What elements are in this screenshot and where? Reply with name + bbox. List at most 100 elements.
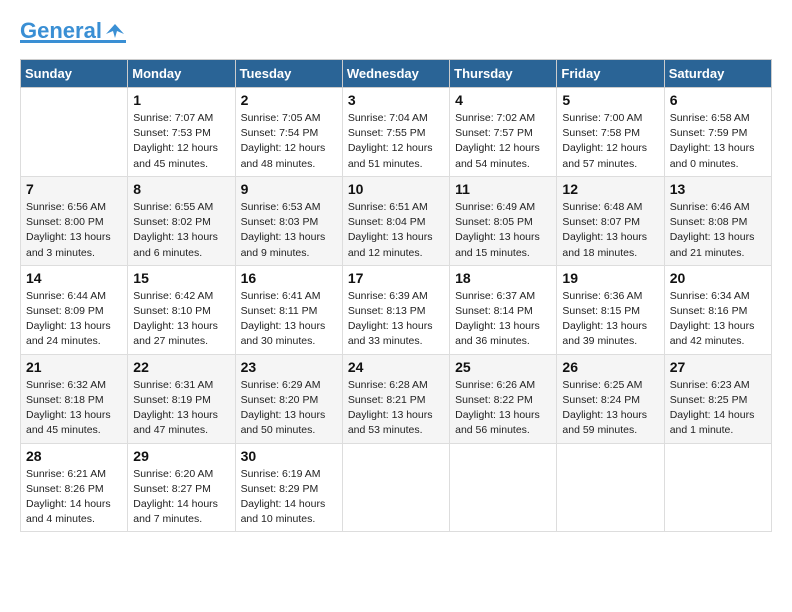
day-info: Sunrise: 7:02 AM Sunset: 7:57 PM Dayligh…	[455, 111, 551, 172]
day-cell: 28 Sunrise: 6:21 AM Sunset: 8:26 PM Dayli…	[21, 443, 128, 532]
day-number: 29	[133, 448, 229, 464]
day-number: 3	[348, 92, 444, 108]
day-cell: 23Sunrise: 6:29 AM Sunset: 8:20 PM Dayli…	[235, 354, 342, 443]
day-number: 11	[455, 181, 551, 197]
day-cell: 11 Sunrise: 6:49 AM Sunset: 8:05 PM Dayli…	[450, 176, 557, 265]
day-cell: 21 Sunrise: 6:32 AM Sunset: 8:18 PM Dayli…	[21, 354, 128, 443]
logo: General	[20, 20, 126, 43]
day-number: 8	[133, 181, 229, 197]
calendar-body: 1 Sunrise: 7:07 AM Sunset: 7:53 PM Daylig…	[21, 88, 772, 532]
day-cell: 19Sunrise: 6:36 AM Sunset: 8:15 PM Dayli…	[557, 265, 664, 354]
column-header-sunday: Sunday	[21, 60, 128, 88]
day-cell: 26 Sunrise: 6:25 AM Sunset: 8:24 PM Dayli…	[557, 354, 664, 443]
day-number: 2	[241, 92, 337, 108]
day-number: 20	[670, 270, 766, 286]
day-number: 7	[26, 181, 122, 197]
day-info: Sunrise: 6:39 AM Sunset: 8:13 PM Dayligh…	[348, 289, 444, 350]
day-info: Sunrise: 6:34 AM Sunset: 8:16 PM Dayligh…	[670, 289, 766, 350]
day-number: 1	[133, 92, 229, 108]
day-number: 25	[455, 359, 551, 375]
day-info: Sunrise: 6:46 AM Sunset: 8:08 PM Dayligh…	[670, 200, 766, 261]
day-number: 10	[348, 181, 444, 197]
day-cell	[342, 443, 449, 532]
day-cell: 18 Sunrise: 6:37 AM Sunset: 8:14 PM Dayli…	[450, 265, 557, 354]
day-number: 12	[562, 181, 658, 197]
day-info: Sunrise: 6:25 AM Sunset: 8:24 PM Dayligh…	[562, 378, 658, 439]
day-number: 13	[670, 181, 766, 197]
day-number: 17	[348, 270, 444, 286]
day-info: Sunrise: 6:48 AM Sunset: 8:07 PM Dayligh…	[562, 200, 658, 261]
week-row-1: 1 Sunrise: 7:07 AM Sunset: 7:53 PM Daylig…	[21, 88, 772, 177]
day-info: Sunrise: 6:32 AM Sunset: 8:18 PM Dayligh…	[26, 378, 122, 439]
column-header-friday: Friday	[557, 60, 664, 88]
day-number: 9	[241, 181, 337, 197]
day-cell: 7 Sunrise: 6:56 AM Sunset: 8:00 PM Daylig…	[21, 176, 128, 265]
day-cell: 12 Sunrise: 6:48 AM Sunset: 8:07 PM Dayli…	[557, 176, 664, 265]
week-row-2: 7 Sunrise: 6:56 AM Sunset: 8:00 PM Daylig…	[21, 176, 772, 265]
day-cell: 9 Sunrise: 6:53 AM Sunset: 8:03 PM Daylig…	[235, 176, 342, 265]
day-number: 4	[455, 92, 551, 108]
header-row: SundayMondayTuesdayWednesdayThursdayFrid…	[21, 60, 772, 88]
day-number: 22	[133, 359, 229, 375]
day-cell: 5Sunrise: 7:00 AM Sunset: 7:58 PM Daylig…	[557, 88, 664, 177]
day-cell: 27Sunrise: 6:23 AM Sunset: 8:25 PM Dayli…	[664, 354, 771, 443]
day-info: Sunrise: 6:49 AM Sunset: 8:05 PM Dayligh…	[455, 200, 551, 261]
day-info: Sunrise: 6:58 AM Sunset: 7:59 PM Dayligh…	[670, 111, 766, 172]
day-info: Sunrise: 6:37 AM Sunset: 8:14 PM Dayligh…	[455, 289, 551, 350]
day-number: 28	[26, 448, 122, 464]
day-cell	[21, 88, 128, 177]
day-info: Sunrise: 6:56 AM Sunset: 8:00 PM Dayligh…	[26, 200, 122, 261]
day-info: Sunrise: 6:41 AM Sunset: 8:11 PM Dayligh…	[241, 289, 337, 350]
day-cell: 25Sunrise: 6:26 AM Sunset: 8:22 PM Dayli…	[450, 354, 557, 443]
day-info: Sunrise: 6:20 AM Sunset: 8:27 PM Dayligh…	[133, 467, 229, 528]
day-info: Sunrise: 6:28 AM Sunset: 8:21 PM Dayligh…	[348, 378, 444, 439]
day-cell: 30 Sunrise: 6:19 AM Sunset: 8:29 PM Dayli…	[235, 443, 342, 532]
day-cell: 15Sunrise: 6:42 AM Sunset: 8:10 PM Dayli…	[128, 265, 235, 354]
day-cell: 13 Sunrise: 6:46 AM Sunset: 8:08 PM Dayli…	[664, 176, 771, 265]
day-cell: 6Sunrise: 6:58 AM Sunset: 7:59 PM Daylig…	[664, 88, 771, 177]
day-info: Sunrise: 6:53 AM Sunset: 8:03 PM Dayligh…	[241, 200, 337, 261]
day-info: Sunrise: 6:42 AM Sunset: 8:10 PM Dayligh…	[133, 289, 229, 350]
day-cell: 20 Sunrise: 6:34 AM Sunset: 8:16 PM Dayli…	[664, 265, 771, 354]
day-info: Sunrise: 6:23 AM Sunset: 8:25 PM Dayligh…	[670, 378, 766, 439]
day-info: Sunrise: 6:29 AM Sunset: 8:20 PM Dayligh…	[241, 378, 337, 439]
calendar-table: SundayMondayTuesdayWednesdayThursdayFrid…	[20, 59, 772, 532]
day-cell: 3 Sunrise: 7:04 AM Sunset: 7:55 PM Daylig…	[342, 88, 449, 177]
day-info: Sunrise: 7:04 AM Sunset: 7:55 PM Dayligh…	[348, 111, 444, 172]
day-info: Sunrise: 6:21 AM Sunset: 8:26 PM Dayligh…	[26, 467, 122, 528]
day-cell: 24 Sunrise: 6:28 AM Sunset: 8:21 PM Dayli…	[342, 354, 449, 443]
column-header-monday: Monday	[128, 60, 235, 88]
column-header-saturday: Saturday	[664, 60, 771, 88]
day-cell: 4 Sunrise: 7:02 AM Sunset: 7:57 PM Daylig…	[450, 88, 557, 177]
column-header-wednesday: Wednesday	[342, 60, 449, 88]
logo-text: General	[20, 20, 102, 42]
day-cell	[557, 443, 664, 532]
day-info: Sunrise: 6:44 AM Sunset: 8:09 PM Dayligh…	[26, 289, 122, 350]
day-info: Sunrise: 6:36 AM Sunset: 8:15 PM Dayligh…	[562, 289, 658, 350]
day-cell: 29 Sunrise: 6:20 AM Sunset: 8:27 PM Dayli…	[128, 443, 235, 532]
header: General	[20, 20, 772, 43]
week-row-4: 21 Sunrise: 6:32 AM Sunset: 8:18 PM Dayli…	[21, 354, 772, 443]
day-info: Sunrise: 6:19 AM Sunset: 8:29 PM Dayligh…	[241, 467, 337, 528]
day-info: Sunrise: 7:00 AM Sunset: 7:58 PM Dayligh…	[562, 111, 658, 172]
day-cell: 14 Sunrise: 6:44 AM Sunset: 8:09 PM Dayli…	[21, 265, 128, 354]
day-info: Sunrise: 6:55 AM Sunset: 8:02 PM Dayligh…	[133, 200, 229, 261]
day-cell: 22 Sunrise: 6:31 AM Sunset: 8:19 PM Dayli…	[128, 354, 235, 443]
day-number: 21	[26, 359, 122, 375]
day-number: 24	[348, 359, 444, 375]
logo-bird-icon	[104, 20, 126, 42]
day-info: Sunrise: 6:51 AM Sunset: 8:04 PM Dayligh…	[348, 200, 444, 261]
day-cell: 8 Sunrise: 6:55 AM Sunset: 8:02 PM Daylig…	[128, 176, 235, 265]
week-row-5: 28 Sunrise: 6:21 AM Sunset: 8:26 PM Dayli…	[21, 443, 772, 532]
day-cell: 1 Sunrise: 7:07 AM Sunset: 7:53 PM Daylig…	[128, 88, 235, 177]
day-cell: 16Sunrise: 6:41 AM Sunset: 8:11 PM Dayli…	[235, 265, 342, 354]
day-cell: 10 Sunrise: 6:51 AM Sunset: 8:04 PM Dayli…	[342, 176, 449, 265]
column-header-tuesday: Tuesday	[235, 60, 342, 88]
day-number: 18	[455, 270, 551, 286]
day-number: 14	[26, 270, 122, 286]
day-info: Sunrise: 7:07 AM Sunset: 7:53 PM Dayligh…	[133, 111, 229, 172]
day-number: 30	[241, 448, 337, 464]
day-cell: 2Sunrise: 7:05 AM Sunset: 7:54 PM Daylig…	[235, 88, 342, 177]
day-info: Sunrise: 6:31 AM Sunset: 8:19 PM Dayligh…	[133, 378, 229, 439]
day-number: 26	[562, 359, 658, 375]
